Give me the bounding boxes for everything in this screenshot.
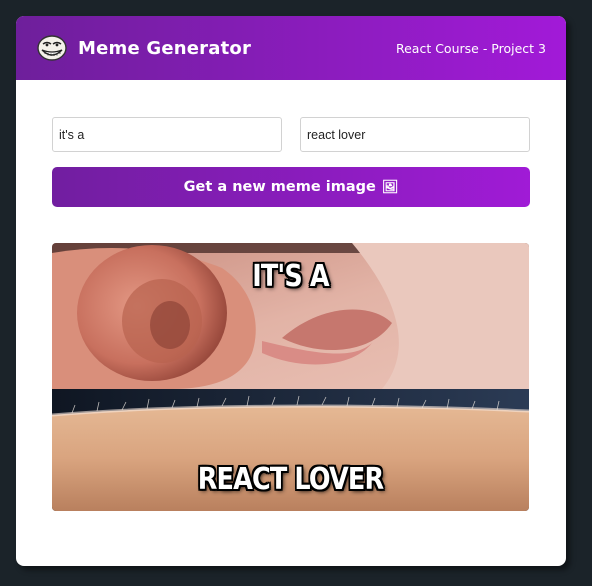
meme-image: IT'S A REACT LOVER — [52, 243, 529, 511]
project-subtitle: React Course - Project 3 — [395, 40, 546, 56]
framed-picture-icon: 🖼 — [381, 179, 399, 195]
text-inputs-row — [52, 117, 530, 152]
troll-face-icon — [36, 34, 68, 62]
get-new-meme-button-label: Get a new meme image — [183, 179, 376, 195]
meme-generator-card: Meme Generator React Course - Project 3 … — [16, 16, 566, 566]
app-title: Meme Generator — [78, 37, 252, 59]
get-new-meme-button[interactable]: Get a new meme image 🖼 — [52, 167, 530, 207]
meme-form: Get a new meme image 🖼 — [16, 80, 566, 207]
top-text-input[interactable] — [52, 117, 282, 152]
bottom-text-input[interactable] — [300, 117, 530, 152]
app-header: Meme Generator React Course - Project 3 — [16, 16, 566, 80]
meme-bottom-text: REACT LOVER — [197, 462, 384, 497]
meme-top-text: IT'S A — [252, 259, 329, 294]
